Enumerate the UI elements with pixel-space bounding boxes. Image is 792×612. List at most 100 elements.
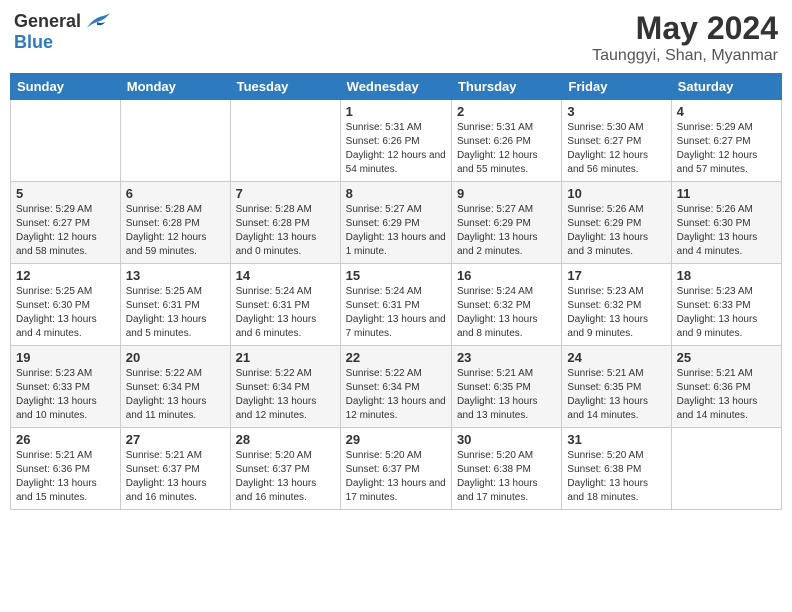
day-number: 2 <box>457 104 556 119</box>
week-row-2: 5 Sunrise: 5:29 AMSunset: 6:27 PMDaylight… <box>11 182 782 264</box>
day-number: 23 <box>457 350 556 365</box>
day-cell <box>11 100 121 182</box>
day-cell: 21 Sunrise: 5:22 AMSunset: 6:34 PMDayligh… <box>230 346 340 428</box>
weekday-header-monday: Monday <box>120 74 230 100</box>
day-info: Sunrise: 5:24 AMSunset: 6:32 PMDaylight:… <box>457 285 556 341</box>
day-info: Sunrise: 5:20 AMSunset: 6:37 PMDaylight:… <box>236 449 335 505</box>
day-info: Sunrise: 5:26 AMSunset: 6:29 PMDaylight:… <box>567 203 665 259</box>
day-cell: 1Sunrise: 5:31 AMSunset: 6:26 PMDaylight… <box>340 100 451 182</box>
weekday-header-saturday: Saturday <box>671 74 781 100</box>
day-info: Sunrise: 5:21 AMSunset: 6:35 PMDaylight:… <box>567 367 665 423</box>
day-number: 30 <box>457 432 556 447</box>
day-number: 16 <box>457 268 556 283</box>
day-cell: 22Sunrise: 5:22 AMSunset: 6:34 PMDayligh… <box>340 346 451 428</box>
day-cell <box>120 100 230 182</box>
day-info: Sunrise: 5:29 AMSunset: 6:27 PMDaylight:… <box>16 203 115 259</box>
weekday-header-sunday: Sunday <box>11 74 121 100</box>
day-number: 19 <box>16 350 115 365</box>
day-number: 12 <box>16 268 115 283</box>
day-info: Sunrise: 5:21 AMSunset: 6:35 PMDaylight:… <box>457 367 556 423</box>
day-number: 20 <box>126 350 225 365</box>
day-number: 28 <box>236 432 335 447</box>
day-info: Sunrise: 5:24 AMSunset: 6:31 PMDaylight:… <box>236 285 335 341</box>
day-info: Sunrise: 5:21 AMSunset: 6:36 PMDaylight:… <box>677 367 776 423</box>
subtitle: Taunggyi, Shan, Myanmar <box>592 47 778 65</box>
day-info: Sunrise: 5:20 AMSunset: 6:38 PMDaylight:… <box>567 449 665 505</box>
week-row-1: 1Sunrise: 5:31 AMSunset: 6:26 PMDaylight… <box>11 100 782 182</box>
title-section: May 2024 Taunggyi, Shan, Myanmar <box>592 10 778 65</box>
day-number: 21 <box>236 350 335 365</box>
weekday-header-tuesday: Tuesday <box>230 74 340 100</box>
day-cell: 11Sunrise: 5:26 AMSunset: 6:30 PMDayligh… <box>671 182 781 264</box>
day-number: 27 <box>126 432 225 447</box>
page-header: General Blue May 2024 Taunggyi, Shan, My… <box>10 10 782 65</box>
day-cell: 14 Sunrise: 5:24 AMSunset: 6:31 PMDayligh… <box>230 264 340 346</box>
day-info: Sunrise: 5:23 AMSunset: 6:32 PMDaylight:… <box>567 285 665 341</box>
day-cell: 29 Sunrise: 5:20 AMSunset: 6:37 PMDayligh… <box>340 428 451 510</box>
weekday-header-thursday: Thursday <box>451 74 561 100</box>
day-number: 31 <box>567 432 665 447</box>
day-info: Sunrise: 5:26 AMSunset: 6:30 PMDaylight:… <box>677 203 776 259</box>
day-cell: 7 Sunrise: 5:28 AMSunset: 6:28 PMDaylight… <box>230 182 340 264</box>
day-cell: 9Sunrise: 5:27 AMSunset: 6:29 PMDaylight… <box>451 182 561 264</box>
day-cell <box>230 100 340 182</box>
week-row-4: 19Sunrise: 5:23 AMSunset: 6:33 PMDayligh… <box>11 346 782 428</box>
day-info: Sunrise: 5:28 AMSunset: 6:28 PMDaylight:… <box>236 203 335 259</box>
day-number: 7 <box>236 186 335 201</box>
day-number: 14 <box>236 268 335 283</box>
day-number: 4 <box>677 104 776 119</box>
day-info: Sunrise: 5:22 AMSunset: 6:34 PMDaylight:… <box>236 367 335 423</box>
day-cell: 4 Sunrise: 5:29 AMSunset: 6:27 PMDaylight… <box>671 100 781 182</box>
day-cell: 25Sunrise: 5:21 AMSunset: 6:36 PMDayligh… <box>671 346 781 428</box>
day-info: Sunrise: 5:21 AMSunset: 6:36 PMDaylight:… <box>16 449 115 505</box>
day-cell: 2Sunrise: 5:31 AMSunset: 6:26 PMDaylight… <box>451 100 561 182</box>
day-number: 10 <box>567 186 665 201</box>
day-cell: 18 Sunrise: 5:23 AMSunset: 6:33 PMDayligh… <box>671 264 781 346</box>
calendar-table: SundayMondayTuesdayWednesdayThursdayFrid… <box>10 73 782 510</box>
day-info: Sunrise: 5:20 AMSunset: 6:38 PMDaylight:… <box>457 449 556 505</box>
day-number: 18 <box>677 268 776 283</box>
day-cell: 28 Sunrise: 5:20 AMSunset: 6:37 PMDayligh… <box>230 428 340 510</box>
day-number: 29 <box>346 432 446 447</box>
weekday-header-wednesday: Wednesday <box>340 74 451 100</box>
day-number: 24 <box>567 350 665 365</box>
day-cell: 20 Sunrise: 5:22 AMSunset: 6:34 PMDayligh… <box>120 346 230 428</box>
day-info: Sunrise: 5:27 AMSunset: 6:29 PMDaylight:… <box>346 203 446 259</box>
day-cell: 16 Sunrise: 5:24 AMSunset: 6:32 PMDayligh… <box>451 264 561 346</box>
day-cell: 26Sunrise: 5:21 AMSunset: 6:36 PMDayligh… <box>11 428 121 510</box>
day-cell: 6 Sunrise: 5:28 AMSunset: 6:28 PMDaylight… <box>120 182 230 264</box>
day-info: Sunrise: 5:21 AMSunset: 6:37 PMDaylight:… <box>126 449 225 505</box>
main-title: May 2024 <box>592 10 778 47</box>
day-cell: 8Sunrise: 5:27 AMSunset: 6:29 PMDaylight… <box>340 182 451 264</box>
day-cell: 24 Sunrise: 5:21 AMSunset: 6:35 PMDayligh… <box>562 346 671 428</box>
day-info: Sunrise: 5:25 AMSunset: 6:31 PMDaylight:… <box>126 285 225 341</box>
day-cell <box>671 428 781 510</box>
day-info: Sunrise: 5:27 AMSunset: 6:29 PMDaylight:… <box>457 203 556 259</box>
week-row-5: 26Sunrise: 5:21 AMSunset: 6:36 PMDayligh… <box>11 428 782 510</box>
day-info: Sunrise: 5:31 AMSunset: 6:26 PMDaylight:… <box>346 121 446 177</box>
weekday-header-friday: Friday <box>562 74 671 100</box>
day-number: 13 <box>126 268 225 283</box>
day-number: 3 <box>567 104 665 119</box>
day-cell: 19Sunrise: 5:23 AMSunset: 6:33 PMDayligh… <box>11 346 121 428</box>
logo-bird-icon <box>83 10 111 32</box>
day-cell: 31 Sunrise: 5:20 AMSunset: 6:38 PMDayligh… <box>562 428 671 510</box>
day-info: Sunrise: 5:29 AMSunset: 6:27 PMDaylight:… <box>677 121 776 177</box>
day-info: Sunrise: 5:22 AMSunset: 6:34 PMDaylight:… <box>126 367 225 423</box>
day-cell: 3 Sunrise: 5:30 AMSunset: 6:27 PMDaylight… <box>562 100 671 182</box>
day-cell: 27 Sunrise: 5:21 AMSunset: 6:37 PMDayligh… <box>120 428 230 510</box>
day-number: 5 <box>16 186 115 201</box>
day-info: Sunrise: 5:28 AMSunset: 6:28 PMDaylight:… <box>126 203 225 259</box>
day-cell: 17Sunrise: 5:23 AMSunset: 6:32 PMDayligh… <box>562 264 671 346</box>
day-info: Sunrise: 5:23 AMSunset: 6:33 PMDaylight:… <box>677 285 776 341</box>
logo: General Blue <box>14 10 111 53</box>
day-cell: 10 Sunrise: 5:26 AMSunset: 6:29 PMDayligh… <box>562 182 671 264</box>
logo-blue-text: Blue <box>14 32 53 52</box>
day-info: Sunrise: 5:30 AMSunset: 6:27 PMDaylight:… <box>567 121 665 177</box>
day-cell: 15Sunrise: 5:24 AMSunset: 6:31 PMDayligh… <box>340 264 451 346</box>
weekday-header-row: SundayMondayTuesdayWednesdayThursdayFrid… <box>11 74 782 100</box>
day-number: 6 <box>126 186 225 201</box>
day-info: Sunrise: 5:22 AMSunset: 6:34 PMDaylight:… <box>346 367 446 423</box>
day-info: Sunrise: 5:20 AMSunset: 6:37 PMDaylight:… <box>346 449 446 505</box>
day-number: 15 <box>346 268 446 283</box>
